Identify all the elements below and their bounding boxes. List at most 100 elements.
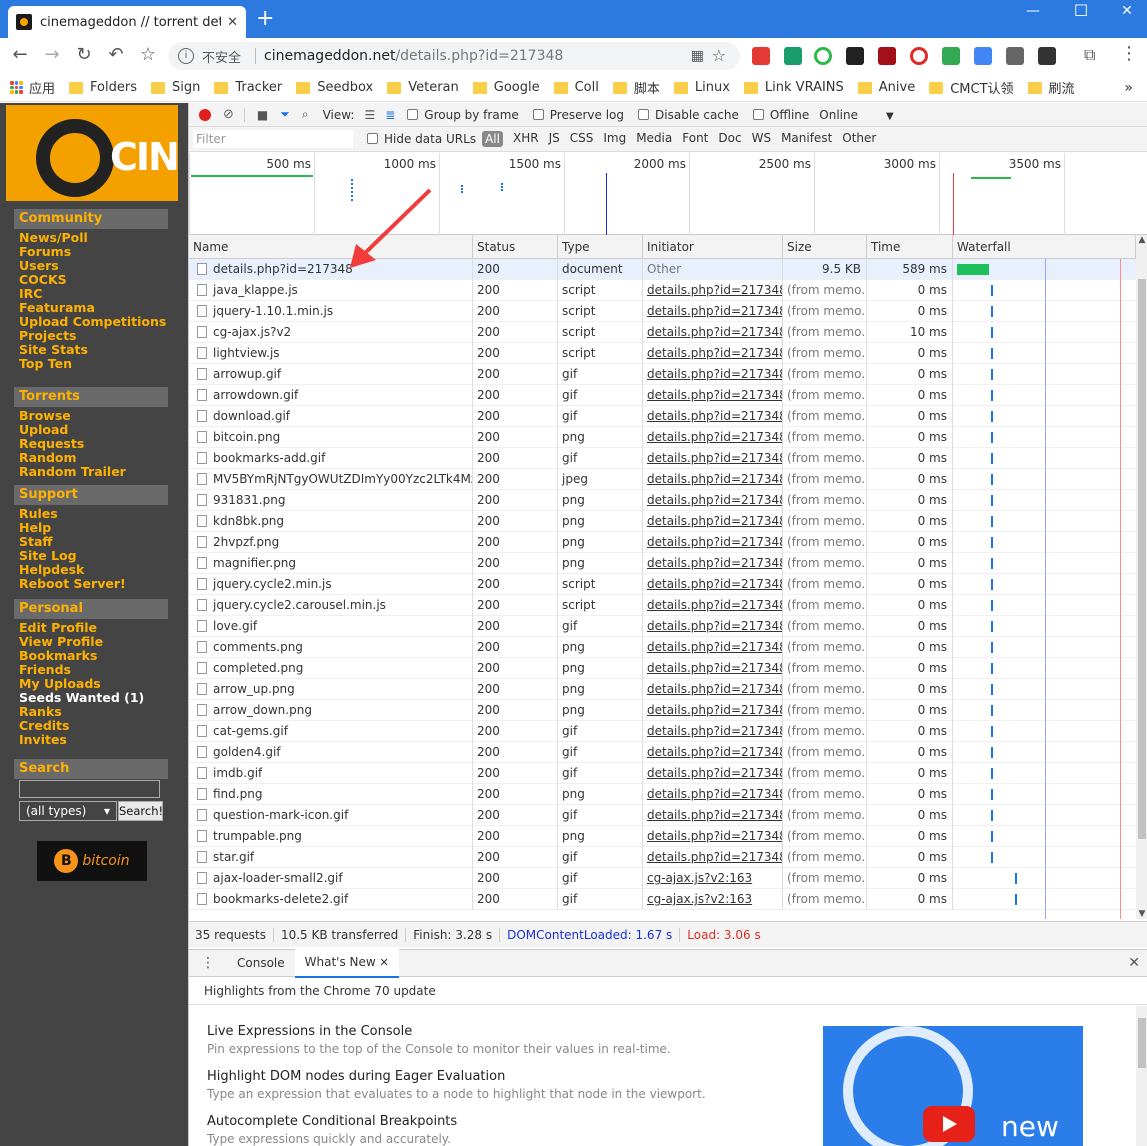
table-row[interactable]: ajax-loader-small2.gif 200 gif cg-ajax.js?v… [189,868,1136,889]
site-menu-link[interactable]: My Uploads [14,677,168,691]
throttle-select[interactable]: Online ▼ [819,108,893,122]
cell-initiator[interactable]: details.php?id=217348 [643,784,783,805]
scroll-down-icon[interactable]: ▼ [1136,909,1147,919]
type-filter-xhr[interactable]: XHR [513,131,539,147]
address-bar[interactable]: i 不安全 cinemageddon.net/details.php?id=21… [168,42,740,70]
table-row[interactable]: arrowdown.gif 200 gif details.php?id=217348… [189,385,1136,406]
site-menu-link[interactable]: Reboot Server! [14,577,168,591]
bookmark-item[interactable]: Seedbox [296,80,373,95]
youtube-play-icon[interactable] [923,1106,975,1142]
type-filter-js[interactable]: JS [549,131,560,147]
column-header-waterfall[interactable]: Waterfall [953,235,1136,259]
group-by-frame-toggle[interactable]: Group by frame [407,108,519,122]
ext-badge-icon[interactable] [752,47,770,65]
table-row[interactable]: magnifier.png 200 png details.php?id=217348… [189,553,1136,574]
close-tab-icon[interactable]: ✕ [380,956,389,969]
new-tab-button[interactable]: + [256,6,274,32]
table-row[interactable]: 931831.png 200 png details.php?id=217348 (fr… [189,490,1136,511]
bookmark-item[interactable]: Anive [857,80,915,95]
menu-icon[interactable]: ⋮ [1120,43,1138,64]
chrome-ext-icon[interactable] [942,47,960,65]
cell-initiator[interactable]: details.php?id=217348 [643,763,783,784]
cell-initiator[interactable]: details.php?id=217348 [643,847,783,868]
waterfall-view-icon[interactable]: ≣ [385,108,395,122]
site-menu-link[interactable]: Helpdesk [14,563,168,577]
site-menu-link[interactable]: Rules [14,507,168,521]
table-row[interactable]: comments.png 200 png details.php?id=217348 (… [189,637,1136,658]
bookmark-page-icon[interactable]: ☆ [712,46,726,65]
site-menu-link[interactable]: Projects [14,329,168,343]
site-menu-link[interactable]: Ranks [14,705,168,719]
search-icon[interactable]: ⌕ [302,107,309,122]
site-menu-link[interactable]: News/Poll [14,231,168,245]
cell-initiator[interactable]: details.php?id=217348 [643,553,783,574]
cell-initiator[interactable]: details.php?id=217348 [643,301,783,322]
ext-s-icon[interactable] [784,47,802,65]
table-row[interactable]: arrow_down.png 200 png details.php?id=21734… [189,700,1136,721]
bookmark-item[interactable]: Veteran [387,80,459,95]
type-filter-media[interactable]: Media [636,131,672,147]
bitcoin-banner[interactable]: B bitcoin [37,841,147,881]
table-row[interactable]: MV5BYmRjNTgyOWUtZDImYy00Yzc2LTk4MzEt... 2… [189,469,1136,490]
column-header-time[interactable]: Time [867,235,953,259]
site-logo[interactable]: CINE [6,105,178,201]
ext-circle-icon[interactable] [814,47,832,65]
bookmark-item[interactable]: 脚本 [612,78,660,97]
tab-console[interactable]: Console [227,950,295,976]
bookmark-star-icon[interactable]: ☆ [134,44,162,65]
type-filter-font[interactable]: Font [682,131,708,147]
bookmark-item[interactable]: Link VRAINS [743,80,844,95]
table-row[interactable]: bookmarks-delete2.gif 200 gif cg-ajax.js?v2… [189,889,1136,910]
table-row[interactable]: cg-ajax.js?v2 200 script details.php?id=217… [189,322,1136,343]
site-menu-link[interactable]: View Profile [14,635,168,649]
cell-initiator[interactable]: details.php?id=217348 [643,364,783,385]
table-row[interactable]: imdb.gif 200 gif details.php?id=217348 (from… [189,763,1136,784]
table-row[interactable]: bookmarks-add.gif 200 gif details.php?id=21… [189,448,1136,469]
cell-initiator[interactable]: details.php?id=217348 [643,511,783,532]
cell-initiator[interactable]: details.php?id=217348 [643,595,783,616]
table-row[interactable]: java_klappe.js 200 script details.php?id=21… [189,280,1136,301]
type-filter-manifest[interactable]: Manifest [781,131,832,147]
cell-initiator[interactable]: details.php?id=217348 [643,448,783,469]
type-filter-ws[interactable]: WS [752,131,771,147]
bookmark-item[interactable]: Coll [553,80,599,95]
bookmark-item[interactable]: Sign [150,80,200,95]
undo-icon[interactable]: ↶ [102,44,130,65]
cell-initiator[interactable]: details.php?id=217348 [643,469,783,490]
site-menu-link[interactable]: Requests [14,437,168,451]
filter-icon[interactable]: ⏷ [280,107,290,122]
table-row[interactable]: jquery-1.10.1.min.js 200 script details.php… [189,301,1136,322]
cell-initiator[interactable]: details.php?id=217348 [643,427,783,448]
cell-initiator[interactable]: details.php?id=217348 [643,280,783,301]
cell-initiator[interactable]: details.php?id=217348 [643,637,783,658]
close-drawer-icon[interactable]: ✕ [1128,955,1147,971]
hide-data-urls-toggle[interactable]: Hide data URLs [367,132,476,146]
site-menu-link[interactable]: COCKS [14,273,168,287]
cell-initiator[interactable]: details.php?id=217348 [643,826,783,847]
table-row[interactable]: trumpable.png 200 png details.php?id=217348… [189,826,1136,847]
back-icon[interactable]: ← [6,44,34,65]
table-row[interactable]: lightview.js 200 script details.php?id=2173… [189,343,1136,364]
filter-input[interactable]: Filter [193,130,353,148]
table-row[interactable]: jquery.cycle2.min.js 200 script details.php… [189,574,1136,595]
drawer-scrollbar-thumb[interactable] [1138,1018,1146,1068]
forward-icon[interactable]: → [38,44,66,65]
table-row[interactable]: arrowup.gif 200 gif details.php?id=217348 (f… [189,364,1136,385]
ext-dark-icon[interactable] [846,47,864,65]
site-menu-link[interactable]: Site Stats [14,343,168,357]
search-type-select[interactable]: (all types) ▾ [19,801,117,821]
table-row[interactable]: details.php?id=217348 200 document Other 9.5… [189,259,1136,280]
column-header-initiator[interactable]: Initiator [643,235,783,259]
screenshot-icon[interactable]: ■ [257,108,268,122]
site-menu-link[interactable]: Credits [14,719,168,733]
cell-initiator[interactable]: details.php?id=217348 [643,490,783,511]
site-menu-link[interactable]: Site Log [14,549,168,563]
type-filter-all[interactable]: All [482,131,503,147]
column-header-size[interactable]: Size [783,235,867,259]
site-menu-link[interactable]: Edit Profile [14,621,168,635]
cell-initiator[interactable]: details.php?id=217348 [643,406,783,427]
column-header-name[interactable]: Name [189,235,473,259]
table-row[interactable]: completed.png 200 png details.php?id=217348… [189,658,1136,679]
drawer-scrollbar[interactable] [1136,1006,1147,1146]
table-row[interactable]: star.gif 200 gif details.php?id=217348 (from… [189,847,1136,868]
